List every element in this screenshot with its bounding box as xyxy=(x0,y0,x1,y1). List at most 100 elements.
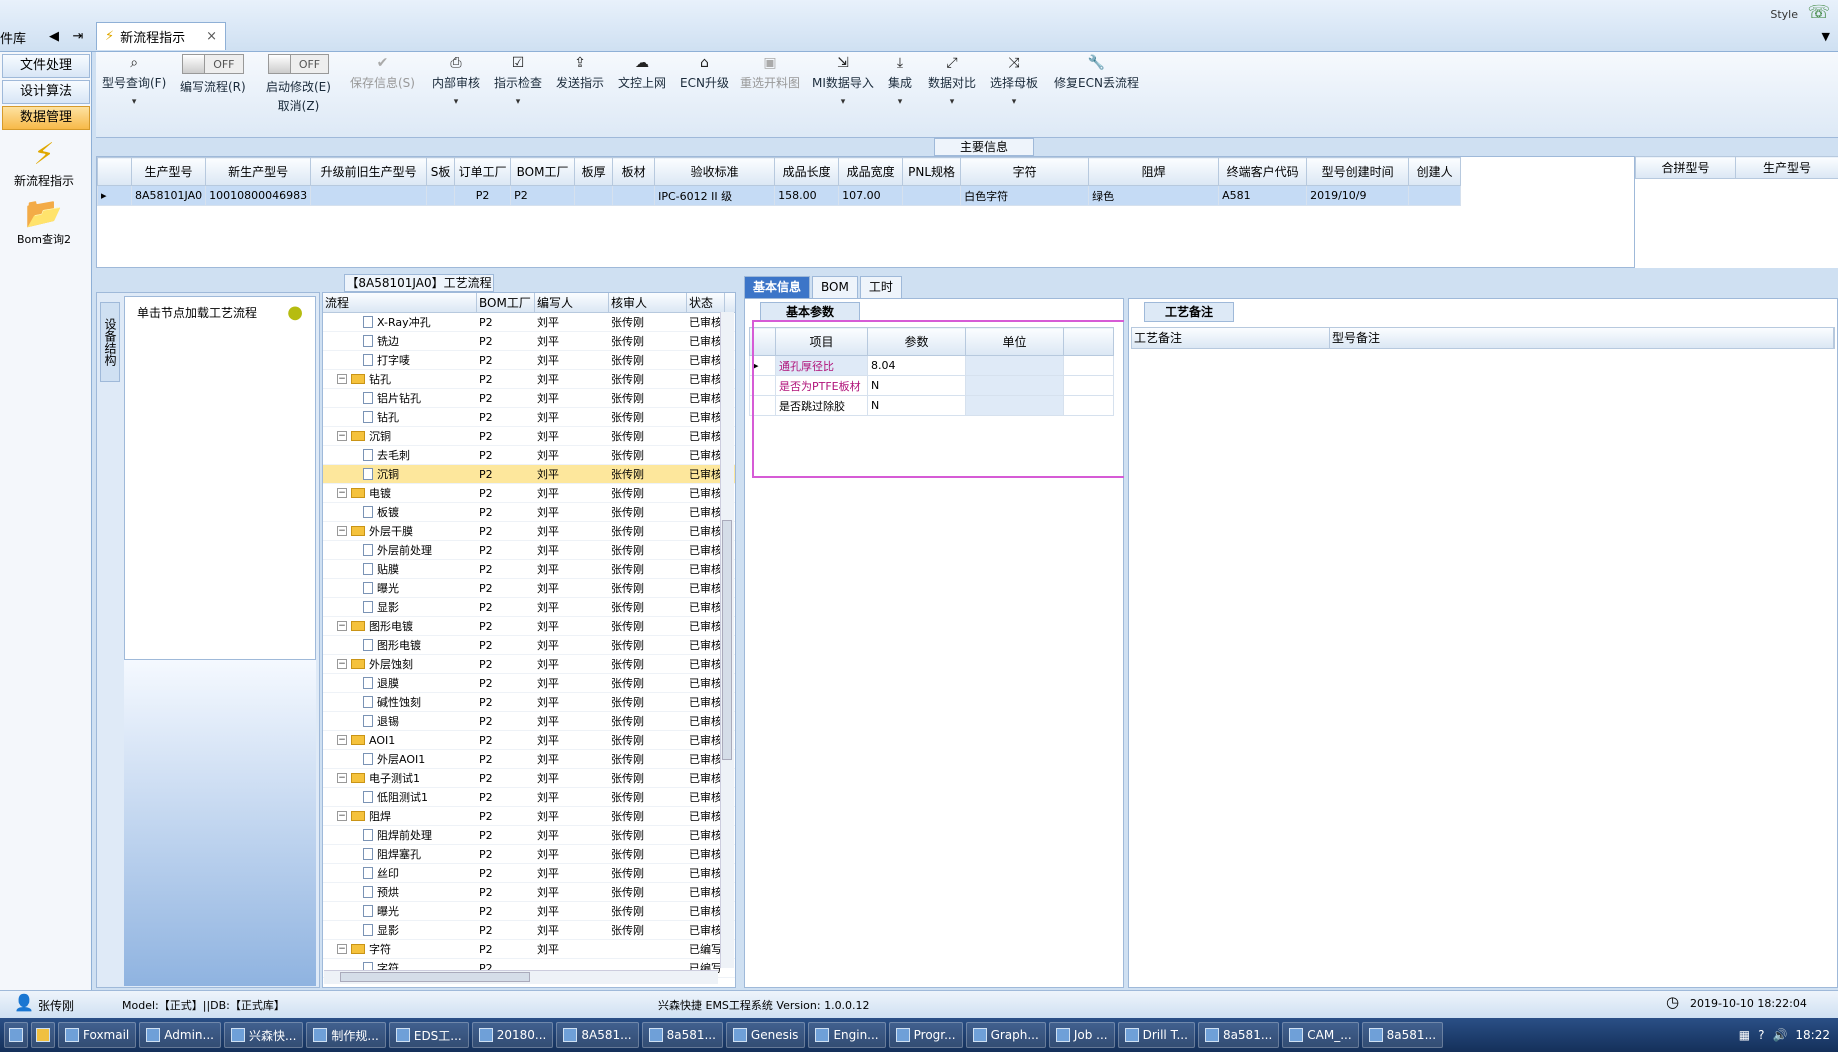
table-cell[interactable]: 张传刚 xyxy=(609,788,687,806)
table-cell[interactable]: P2 xyxy=(477,427,535,445)
table-cell[interactable]: 刘平 xyxy=(535,845,609,863)
column-header[interactable]: S板 xyxy=(426,157,456,186)
nav-file-processing[interactable]: 文件处理 xyxy=(2,54,90,78)
table-cell[interactable]: 张传刚 xyxy=(609,712,687,730)
select-mother-board-button[interactable]: ⤨ 选择母板 ▾ xyxy=(990,54,1038,107)
table-row[interactable]: 预烘 P2 刘平 张传刚 已审核 xyxy=(323,883,735,902)
table-cell[interactable]: 张传刚 xyxy=(609,807,687,825)
table-cell[interactable]: 张传刚 xyxy=(609,522,687,540)
table-row[interactable]: − 阻焊 P2 刘平 张传刚 已审核 xyxy=(323,807,735,826)
column-header[interactable]: 升级前旧生产型号 xyxy=(310,157,428,186)
tree-node[interactable]: − 电镀 xyxy=(323,484,477,502)
table-cell[interactable]: 张传刚 xyxy=(609,332,687,350)
table-cell[interactable] xyxy=(902,185,962,206)
table-cell[interactable]: P2 xyxy=(477,940,535,958)
close-icon[interactable]: × xyxy=(206,29,217,44)
collapse-icon[interactable]: − xyxy=(337,811,347,821)
table-cell[interactable]: 张传刚 xyxy=(609,408,687,426)
table-cell[interactable]: 刘平 xyxy=(535,332,609,350)
table-cell[interactable]: 张传刚 xyxy=(609,446,687,464)
table-cell[interactable]: P2 xyxy=(477,807,535,825)
table-row[interactable]: 板镀 P2 刘平 张传刚 已审核 xyxy=(323,503,735,522)
table-cell[interactable]: 158.00 xyxy=(774,185,840,206)
column-header[interactable]: 创建人 xyxy=(1408,157,1462,186)
table-cell[interactable]: 刘平 xyxy=(535,541,609,559)
column-header[interactable]: 核审人 xyxy=(609,293,687,312)
column-header[interactable]: 订单工厂 xyxy=(454,157,512,186)
column-header[interactable]: 板厚 xyxy=(574,157,614,186)
internal-review-button[interactable]: ⎙ 内部审核 ▾ xyxy=(432,54,480,107)
column-header[interactable]: 字符 xyxy=(960,157,1090,186)
node-list[interactable]: 单击节点加载工艺流程 ● xyxy=(124,296,316,660)
scrollbar-thumb[interactable] xyxy=(340,972,530,982)
table-cell[interactable]: P2 xyxy=(477,921,535,939)
send-instruction-button[interactable]: ⇪ 发送指示 xyxy=(556,54,604,91)
collapse-icon[interactable]: − xyxy=(337,526,347,536)
table-row[interactable]: − 图形电镀 P2 刘平 张传刚 已审核 xyxy=(323,617,735,636)
tab-basic-info[interactable]: 基本信息 xyxy=(744,276,811,298)
tree-node[interactable]: 板镀 xyxy=(323,503,477,521)
table-cell[interactable]: 张传刚 xyxy=(609,351,687,369)
tree-node[interactable]: 曝光 xyxy=(323,902,477,920)
taskbar-item[interactable]: Admin... xyxy=(139,1022,221,1048)
table-row[interactable]: − 字符 P2 刘平 已编写 xyxy=(323,940,735,959)
data-compare-button[interactable]: ⤢ 数据对比 ▾ xyxy=(928,54,976,107)
table-cell[interactable]: 2019/10/9 xyxy=(1306,185,1410,206)
table-cell[interactable]: 张传刚 xyxy=(609,769,687,787)
table-row[interactable]: − 电子测试1 P2 刘平 张传刚 已审核 xyxy=(323,769,735,788)
tree-node[interactable]: − AOI1 xyxy=(323,731,477,749)
table-cell[interactable]: 张传刚 xyxy=(609,484,687,502)
table-row[interactable]: 曝光 P2 刘平 张传刚 已审核 xyxy=(323,902,735,921)
table-row[interactable]: 去毛刺 P2 刘平 张传刚 已审核 xyxy=(323,446,735,465)
table-cell[interactable]: 张传刚 xyxy=(609,579,687,597)
table-cell[interactable]: P2 xyxy=(477,560,535,578)
table-row[interactable]: 低阻测试1 P2 刘平 张传刚 已审核 xyxy=(323,788,735,807)
clock-text[interactable]: 18:22 xyxy=(1795,1028,1830,1042)
table-cell[interactable]: P2 xyxy=(477,750,535,768)
tab-basic-params[interactable]: 基本参数 xyxy=(760,302,860,322)
column-header[interactable]: 阻焊 xyxy=(1088,157,1220,186)
table-cell[interactable]: P2 xyxy=(477,731,535,749)
tree-node[interactable]: 碱性蚀刻 xyxy=(323,693,477,711)
table-cell[interactable]: 刘平 xyxy=(535,351,609,369)
taskbar-item[interactable]: Job ... xyxy=(1048,1022,1115,1048)
taskbar-item[interactable]: Foxmail xyxy=(58,1022,137,1048)
nav-bom-query[interactable]: 📂 Bom查询2 xyxy=(0,197,88,247)
tree-node[interactable]: 图形电镀 xyxy=(323,636,477,654)
table-cell[interactable]: 刘平 xyxy=(535,864,609,882)
collapse-icon[interactable]: − xyxy=(337,374,347,384)
table-cell[interactable]: P2 xyxy=(477,446,535,464)
tree-node[interactable]: X-Ray冲孔 xyxy=(323,313,477,331)
table-cell[interactable]: P2 xyxy=(477,465,535,483)
column-header[interactable]: 成品长度 xyxy=(774,157,840,186)
table-row[interactable]: X-Ray冲孔 P2 刘平 张传刚 已审核 xyxy=(323,313,735,332)
table-cell[interactable]: P2 xyxy=(477,617,535,635)
tree-node[interactable]: − 字符 xyxy=(323,940,477,958)
table-cell[interactable]: 刘平 xyxy=(535,313,609,331)
table-row[interactable]: − 外层蚀刻 P2 刘平 张传刚 已审核 xyxy=(323,655,735,674)
table-cell[interactable]: 张传刚 xyxy=(609,902,687,920)
collapse-icon[interactable]: − xyxy=(337,621,347,631)
toggle-switch[interactable]: OFF xyxy=(267,54,330,74)
process-tree[interactable]: 流程 BOM工厂 编写人 核审人 状态 X-Ray冲孔 P2 刘平 张传刚 已审核 铣边 P… xyxy=(322,292,736,988)
table-row[interactable]: 丝印 P2 刘平 张传刚 已审核 xyxy=(323,864,735,883)
table-cell[interactable]: 刘平 xyxy=(535,826,609,844)
explorer-button[interactable] xyxy=(31,1022,55,1048)
table-cell[interactable]: P2 xyxy=(477,712,535,730)
taskbar-item[interactable]: 8a581... xyxy=(1361,1022,1444,1048)
table-row[interactable]: 贴膜 P2 刘平 张传刚 已审核 xyxy=(323,560,735,579)
tree-node[interactable]: − 外层干膜 xyxy=(323,522,477,540)
tree-node[interactable]: 阻焊前处理 xyxy=(323,826,477,844)
table-cell[interactable]: P2 xyxy=(477,522,535,540)
table-cell[interactable]: 绿色 xyxy=(1088,185,1220,206)
table-cell[interactable]: A581 xyxy=(1218,185,1308,206)
table-cell[interactable]: 刘平 xyxy=(535,617,609,635)
tree-node[interactable]: 低阻测试1 xyxy=(323,788,477,806)
table-cell[interactable]: P2 xyxy=(477,883,535,901)
table-row[interactable]: − 电镀 P2 刘平 张传刚 已审核 xyxy=(323,484,735,503)
doc-online-button[interactable]: ☁ 文控上网 xyxy=(618,54,666,91)
tree-node[interactable]: 去毛刺 xyxy=(323,446,477,464)
nav-design-algorithm[interactable]: 设计算法 xyxy=(2,80,90,104)
table-row[interactable]: 钻孔 P2 刘平 张传刚 已审核 xyxy=(323,408,735,427)
table-cell[interactable]: 刘平 xyxy=(535,655,609,673)
